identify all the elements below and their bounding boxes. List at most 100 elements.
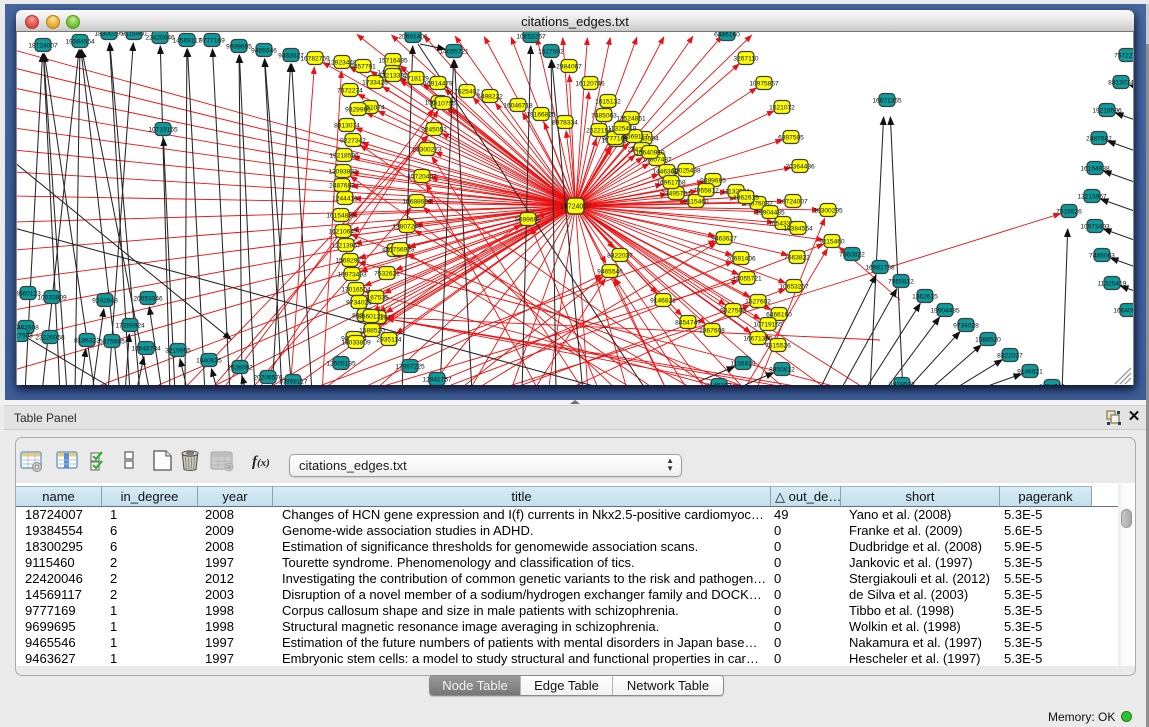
svg-text:1362615: 1362615 (733, 194, 759, 201)
svg-text:16671355: 16671355 (872, 97, 902, 104)
svg-text:7663822: 7663822 (839, 251, 865, 258)
svg-text:16648784: 16648784 (131, 345, 161, 352)
svg-text:7515526: 7515526 (765, 342, 791, 349)
svg-text:13807249: 13807249 (392, 223, 422, 230)
svg-text:10653267: 10653267 (779, 283, 809, 290)
svg-text:8454749: 8454749 (1039, 383, 1065, 385)
svg-text:10719155: 10719155 (753, 321, 783, 328)
svg-text:8322037: 8322037 (997, 352, 1023, 359)
svg-text:16120746: 16120746 (575, 80, 605, 87)
svg-text:19218596: 19218596 (1092, 107, 1122, 114)
svg-text:8878334: 8878334 (552, 119, 578, 126)
svg-text:19384554: 19384554 (783, 225, 813, 232)
svg-text:9327508: 9327508 (720, 307, 746, 314)
svg-text:19218596: 19218596 (329, 152, 359, 159)
svg-text:2487682: 2487682 (329, 182, 355, 189)
svg-text:10033809: 10033809 (341, 339, 371, 346)
svg-text:16961758: 16961758 (656, 179, 686, 186)
svg-text:9146821: 9146821 (1017, 368, 1043, 375)
svg-text:10973493: 10973493 (1080, 223, 1110, 230)
svg-text:17016504: 17016504 (341, 286, 371, 293)
svg-text:16961758: 16961758 (865, 264, 895, 271)
svg-text:9699695: 9699695 (226, 43, 252, 50)
svg-text:1156829: 1156829 (730, 360, 756, 367)
svg-text:8850612: 8850612 (769, 366, 795, 373)
svg-text:18724007: 18724007 (778, 198, 808, 205)
svg-text:3267110: 3267110 (733, 55, 759, 62)
svg-text:1621072: 1621072 (769, 104, 795, 111)
svg-text:9777169: 9777169 (602, 135, 628, 142)
svg-text:12942757: 12942757 (422, 376, 452, 383)
svg-text:7632621: 7632621 (374, 270, 400, 277)
svg-text:20364436: 20364436 (785, 163, 815, 170)
svg-text:8813074: 8813074 (334, 122, 360, 129)
svg-text:19904485: 19904485 (930, 307, 960, 314)
svg-text:7485063: 7485063 (1089, 252, 1115, 259)
svg-text:8186323: 8186323 (74, 337, 100, 344)
svg-text:7572274: 7572274 (1114, 52, 1133, 59)
svg-text:9777169: 9777169 (199, 37, 225, 44)
svg-text:11325419: 11325419 (1098, 280, 1127, 287)
svg-text:10973493: 10973493 (337, 271, 367, 278)
svg-text:12213967: 12213967 (1077, 193, 1107, 200)
svg-text:18724007: 18724007 (560, 204, 591, 211)
svg-text:20691406: 20691406 (726, 255, 756, 262)
svg-text:6897505: 6897505 (778, 134, 804, 141)
svg-text:16782759: 16782759 (300, 55, 330, 62)
svg-text:9115460: 9115460 (121, 32, 147, 37)
svg-text:19384554: 19384554 (65, 38, 95, 45)
svg-text:9457791: 9457791 (350, 63, 376, 70)
svg-text:9146821: 9146821 (650, 297, 676, 304)
svg-text:1362615: 1362615 (912, 293, 938, 300)
svg-text:10719155: 10719155 (148, 126, 178, 133)
svg-text:19166825: 19166825 (526, 111, 556, 118)
svg-text:7485063: 7485063 (591, 112, 617, 119)
svg-text:16154838: 16154838 (1080, 165, 1110, 172)
svg-text:9245052: 9245052 (421, 126, 447, 133)
svg-text:9115460: 9115460 (683, 198, 709, 205)
svg-text:14569117: 14569117 (173, 37, 202, 44)
svg-text:9734028: 9734028 (346, 299, 372, 306)
svg-text:10033809: 10033809 (37, 294, 67, 301)
svg-text:2367608: 2367608 (699, 327, 725, 334)
svg-text:7625402: 7625402 (454, 88, 480, 95)
svg-text:1810755: 1810755 (430, 100, 456, 107)
svg-text:9734028: 9734028 (953, 322, 979, 329)
svg-text:6466160: 6466160 (714, 32, 740, 38)
svg-text:2935114: 2935114 (376, 336, 402, 343)
svg-text:16046718: 16046718 (503, 102, 533, 109)
svg-text:11325419: 11325419 (608, 125, 637, 132)
svg-text:7572274: 7572274 (337, 87, 363, 94)
svg-text:18300295: 18300295 (813, 207, 843, 214)
svg-text:10975857: 10975857 (749, 80, 779, 87)
svg-text:14055721: 14055721 (732, 275, 762, 282)
svg-text:12505135: 12505135 (326, 360, 356, 367)
svg-text:9115460: 9115460 (819, 238, 845, 245)
svg-text:2487682: 2487682 (1086, 135, 1112, 142)
svg-text:16671355: 16671355 (743, 335, 773, 342)
svg-text:9465546: 9465546 (251, 47, 277, 54)
svg-text:12213967: 12213967 (331, 242, 361, 249)
svg-text:17359924: 17359924 (115, 322, 145, 329)
svg-text:22420046: 22420046 (145, 34, 175, 41)
svg-text:1588520: 1588520 (975, 336, 1001, 343)
svg-text:16640910: 16640910 (635, 149, 665, 156)
svg-text:10688609: 10688609 (402, 198, 432, 205)
svg-text:12213382: 12213382 (378, 72, 408, 79)
svg-text:20691406: 20691406 (398, 33, 428, 40)
svg-text:20053346: 20053346 (133, 295, 163, 302)
svg-text:8322037: 8322037 (607, 252, 633, 259)
svg-text:9699695: 9699695 (515, 216, 541, 223)
svg-text:15716485: 15716485 (378, 57, 408, 64)
svg-text:9242848: 9242848 (92, 297, 118, 304)
svg-text:14055721: 14055721 (439, 48, 469, 55)
svg-text:7515526: 7515526 (1056, 208, 1082, 215)
svg-text:10025438: 10025438 (671, 167, 701, 174)
svg-text:2984067: 2984067 (556, 63, 582, 70)
svg-text:9227342: 9227342 (340, 137, 366, 144)
svg-text:1588520: 1588520 (359, 327, 385, 334)
svg-text:15692971: 15692971 (335, 257, 365, 264)
svg-text:17957225: 17957225 (395, 363, 425, 370)
svg-text:16154838: 16154838 (326, 212, 356, 219)
svg-text:8813074: 8813074 (1108, 79, 1133, 86)
